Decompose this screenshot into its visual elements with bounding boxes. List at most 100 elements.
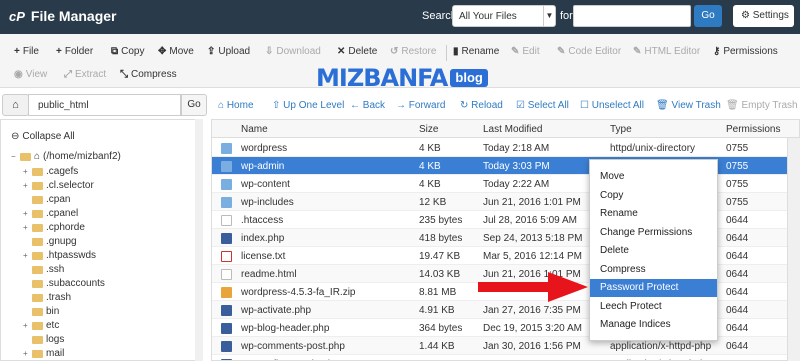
cell-type: httpd/unix-directory [610, 143, 696, 154]
tree-item-label: .ssh [46, 264, 65, 275]
table-scrollbar[interactable] [787, 138, 800, 361]
search-input[interactable] [573, 5, 691, 27]
tree-root-label: (/home/mizbanf2) [43, 151, 121, 162]
table-row[interactable]: wp-config-sample.php2.79 KBDec 19, 2015 … [212, 355, 787, 360]
menu-item-password-protect[interactable]: Password Protect [590, 279, 717, 297]
extract-button[interactable]: ⤢ Extract [64, 69, 106, 80]
col-name-header[interactable]: Name [241, 124, 268, 135]
nav-forward-button[interactable]: → Forward [396, 100, 445, 111]
path-input[interactable]: public_html [28, 94, 181, 116]
html-editor-button[interactable]: ✎ HTML Editor [633, 46, 700, 57]
tree-item[interactable]: .gnupg [23, 236, 77, 247]
menu-item-manage-indices[interactable]: Manage Indices [590, 316, 717, 334]
col-type-header[interactable]: Type [610, 124, 632, 135]
home-icon[interactable]: ⌂ [2, 94, 29, 116]
tree-item[interactable]: .trash [23, 292, 71, 303]
tree-item[interactable]: + .cagefs [23, 166, 78, 177]
menu-item-change-permissions[interactable]: Change Permissions [590, 224, 717, 242]
copy-button[interactable]: ⧉ Copy [111, 46, 145, 57]
collapse-all-label: Collapse All [22, 131, 75, 142]
path-bar: ⌂ public_html Go [0, 94, 207, 118]
menu-item-rename[interactable]: Rename [590, 205, 717, 223]
tree-item-label: .cl.selector [46, 180, 94, 191]
move-button[interactable]: ✥ Move [158, 46, 194, 57]
tree-item[interactable]: bin [23, 306, 59, 317]
cell-modified: Jan 27, 2016 7:35 PM [483, 305, 581, 316]
tree-item[interactable]: + .cphorde [23, 222, 85, 233]
tree-item[interactable]: + .cpanel [23, 208, 78, 219]
menu-item-copy[interactable]: Copy [590, 187, 717, 205]
tree-item-label: mail [46, 348, 65, 359]
tree-scrollbar[interactable] [195, 119, 203, 361]
cell-permissions: 0755 [726, 161, 749, 172]
cell-size: 418 bytes [419, 233, 463, 244]
search-go-button[interactable]: Go [694, 5, 722, 27]
tree-root[interactable]: − ⌂ (/home/mizbanf2) [11, 151, 121, 162]
tree-item[interactable]: + .htpasswds [23, 250, 96, 261]
cell-modified: Today 2:22 AM [483, 179, 550, 190]
cell-size: 4.91 KB [419, 305, 455, 316]
table-row[interactable]: wordpress 4 KB Today 2:18 AM httpd/unix-dir… [212, 139, 787, 157]
menu-item-move[interactable]: Move [590, 168, 717, 186]
tree-item-label: .cagefs [46, 166, 79, 177]
tree-item[interactable]: .cpan [23, 194, 70, 205]
settings-button[interactable]: ⚙ Settings [733, 5, 794, 27]
view-button[interactable]: ◉ View [14, 69, 47, 80]
col-permissions-header[interactable]: Permissions [726, 124, 780, 135]
menu-item-delete[interactable]: Delete [590, 242, 717, 260]
view-label: View [25, 69, 48, 80]
menu-item-compress[interactable]: Compress [590, 261, 717, 279]
nav-back-label: Back [362, 100, 386, 111]
col-size-header[interactable]: Size [419, 124, 438, 135]
permissions-button[interactable]: ⚷ Permissions [713, 46, 778, 57]
col-modified-header[interactable]: Last Modified [483, 124, 542, 135]
tree-item[interactable]: + etc [23, 320, 59, 331]
collapse-all-button[interactable]: ⊖ Collapse All [11, 131, 75, 142]
compress-button[interactable]: ⤡ Compress [120, 69, 177, 80]
folder-icon [32, 167, 43, 176]
cell-name: wp-content [241, 179, 290, 190]
folder-icon [221, 179, 232, 190]
folder-icon [32, 293, 43, 302]
nav-select-all-button[interactable]: ☑ Select All [516, 100, 569, 111]
tree-item-label: .cphorde [46, 222, 85, 233]
nav-home-button[interactable]: ⌂ Home [218, 100, 254, 111]
cell-name: wp-comments-post.php [241, 341, 345, 352]
settings-label: Settings [752, 10, 789, 21]
tree-item[interactable]: + mail [23, 348, 64, 359]
tree-item[interactable]: + .cl.selector [23, 180, 94, 191]
plus-icon: + [23, 167, 28, 176]
nav-view-trash-button[interactable]: 🗑 View Trash [656, 100, 721, 111]
nav-up-button[interactable]: ⇧ Up One Level [272, 100, 344, 111]
tree-item[interactable]: logs [23, 334, 64, 345]
cell-permissions: 0644 [726, 341, 749, 352]
table-header: Name Size Last Modified Type Permissions [212, 120, 799, 138]
nav-back-button[interactable]: ← Back [350, 100, 385, 111]
rename-button[interactable]: ▮ Rename [453, 46, 499, 57]
red-arrow-annotation [478, 272, 588, 302]
code-editor-button[interactable]: ✎ Code Editor [557, 46, 621, 57]
folder-icon [32, 195, 43, 204]
new-file-button[interactable]: + File [14, 46, 39, 57]
nav-reload-button[interactable]: ↻ Reload [460, 100, 503, 111]
path-go-button[interactable]: Go [181, 94, 207, 116]
cell-permissions: 0755 [726, 143, 749, 154]
delete-button[interactable]: ✕ Delete [337, 46, 377, 57]
search-scope-value: All Your Files [459, 11, 517, 22]
upload-button[interactable]: ⇪ Upload [207, 46, 250, 57]
file-icon [221, 251, 232, 262]
nav-unselect-all-button[interactable]: ☐ Unselect All [580, 100, 644, 111]
new-folder-button[interactable]: + Folder [56, 46, 93, 57]
tree-item[interactable]: .ssh [23, 264, 64, 275]
download-button[interactable]: ⇩ Download [265, 46, 321, 57]
search-scope-select[interactable]: All Your Files ▼ [452, 5, 556, 27]
cell-name: wp-activate.php [241, 305, 312, 316]
edit-button[interactable]: ✎ Edit [511, 46, 540, 57]
menu-item-leech-protect[interactable]: Leech Protect [590, 298, 717, 316]
restore-button[interactable]: ↺ Restore [390, 46, 436, 57]
tree-item[interactable]: .subaccounts [23, 278, 105, 289]
nav-empty-trash-button[interactable]: 🗑 Empty Trash [726, 100, 798, 111]
cell-type: application/x-httpd-php [610, 341, 712, 352]
move-icon: ✥ [158, 46, 167, 57]
cell-size: 1.44 KB [419, 341, 455, 352]
